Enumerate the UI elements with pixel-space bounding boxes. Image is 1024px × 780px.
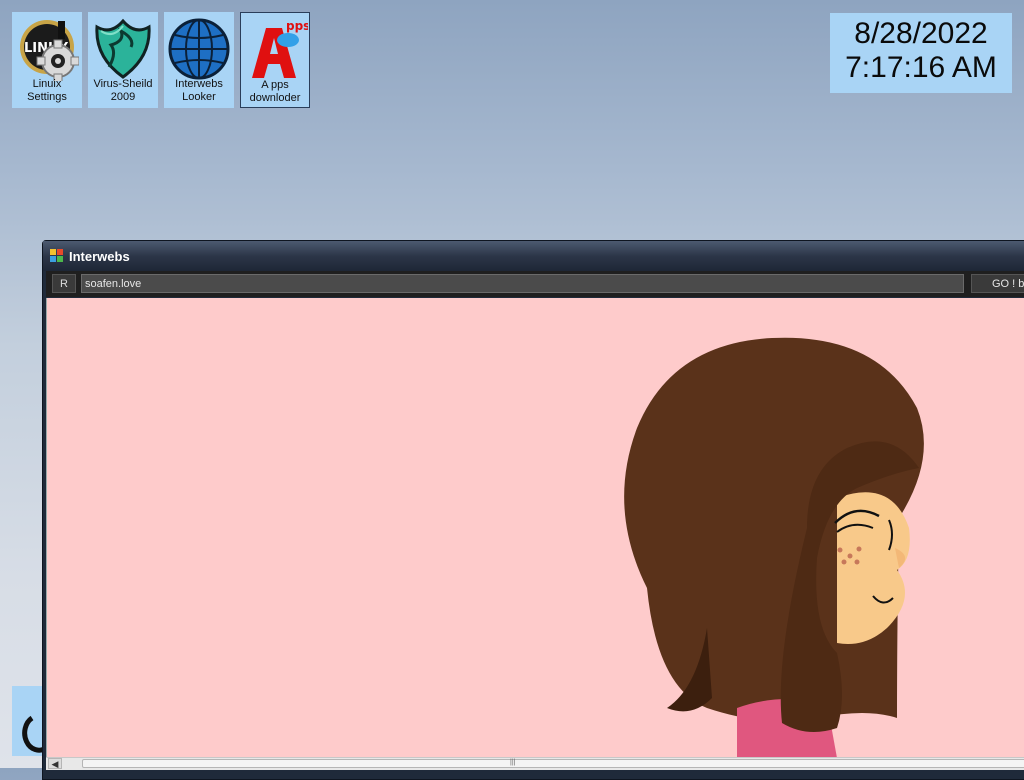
globe-icon <box>168 18 230 80</box>
shield-icon <box>95 18 151 79</box>
go-button[interactable]: GO ! b <box>971 274 1024 293</box>
apps-downloader-icon: pps <box>252 19 308 78</box>
desktop-icon-linuix-settings[interactable]: LINUX Linuix Settings <box>12 12 82 108</box>
desktop-icon-label: Interwebs Looker <box>175 78 223 103</box>
web-page-view[interactable] <box>46 298 1024 758</box>
browser-toolbar: R GO ! b <box>46 271 1024 297</box>
interwebs-window: Interwebs R GO ! b <box>42 240 1024 780</box>
window-app-icon <box>50 249 63 262</box>
desktop-icon-label: Linuix Settings <box>27 78 67 103</box>
apps-logo-text: pps <box>286 19 308 33</box>
window-title: Interwebs <box>69 249 130 264</box>
power-icon <box>22 715 44 753</box>
horizontal-scrollbar[interactable]: ◀ ||| <box>46 757 1024 770</box>
clock-widget: 8/28/2022 7:17:16 AM <box>830 13 1012 93</box>
scroll-left-arrow-icon[interactable]: ◀ <box>48 758 62 769</box>
desktop-icon-label: A pps downloder <box>249 79 301 104</box>
mii-character-image <box>624 337 924 758</box>
clock-date: 8/28/2022 <box>854 17 988 50</box>
desktop-icon-virus-sheild[interactable]: Virus-Sheild 2009 <box>88 12 158 108</box>
window-title-bar[interactable]: Interwebs <box>43 241 1024 271</box>
desktop-icon-label: Virus-Sheild 2009 <box>93 78 153 103</box>
scrollbar-thumb[interactable] <box>82 759 1024 768</box>
address-bar[interactable] <box>81 274 964 293</box>
desktop-icon-interwebs-looker[interactable]: Interwebs Looker <box>164 12 234 108</box>
refresh-button[interactable]: R <box>52 274 76 293</box>
clock-time: 7:17:16 AM <box>845 51 997 84</box>
desktop-icon-apps-downloder[interactable]: pps A pps downloder <box>240 12 310 108</box>
scrollbar-grip-icon: ||| <box>510 759 516 766</box>
desktop-icon-partial[interactable] <box>12 686 44 756</box>
linux-settings-icon: LINUX <box>20 20 79 81</box>
